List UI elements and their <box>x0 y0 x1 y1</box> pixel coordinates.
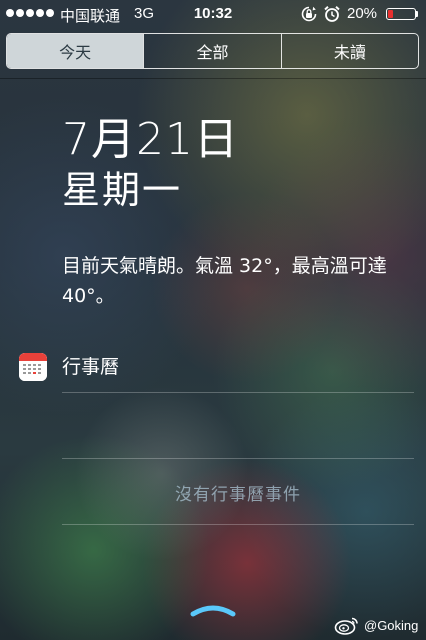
calendar-icon <box>19 353 47 381</box>
battery-tip <box>416 11 418 17</box>
calendar-section-title: 行事曆 <box>62 356 120 378</box>
battery-level-fill <box>388 10 393 18</box>
watermark-text: @Goking <box>364 617 419 633</box>
watermark: @Goking <box>334 615 418 635</box>
weather-summary: 目前天氣晴朗。氣溫 32°，最高溫可達 40°。 <box>62 255 387 307</box>
weibo-icon <box>334 617 358 635</box>
calendar-divider-middle <box>62 458 414 459</box>
calendar-divider-bottom <box>62 524 414 525</box>
header-divider <box>0 78 426 79</box>
alarm-icon <box>324 6 340 22</box>
blurred-background <box>0 0 426 640</box>
chevron-up-icon[interactable] <box>188 602 238 618</box>
notification-tabs: 今天 全部 未讀 <box>6 33 419 69</box>
today-date: 7月21日 <box>62 114 239 165</box>
orientation-lock-icon <box>301 6 317 22</box>
no-calendar-events-message: 沒有行事曆事件 <box>175 485 301 505</box>
status-bar: 中国联通 3G 10:32 20% <box>0 0 426 28</box>
battery-percentage: 20% <box>347 5 378 22</box>
battery-icon <box>386 8 416 20</box>
tab-today[interactable]: 今天 <box>7 34 144 68</box>
today-weekday: 星期一 <box>62 168 183 212</box>
calendar-divider-top <box>62 392 414 393</box>
tab-unread[interactable]: 未讀 <box>280 34 418 68</box>
notification-center-screen: 中国联通 3G 10:32 20% 今天 全部 未讀 7月21日 星期一 目前天… <box>0 0 426 640</box>
tab-all[interactable]: 全部 <box>143 34 280 68</box>
